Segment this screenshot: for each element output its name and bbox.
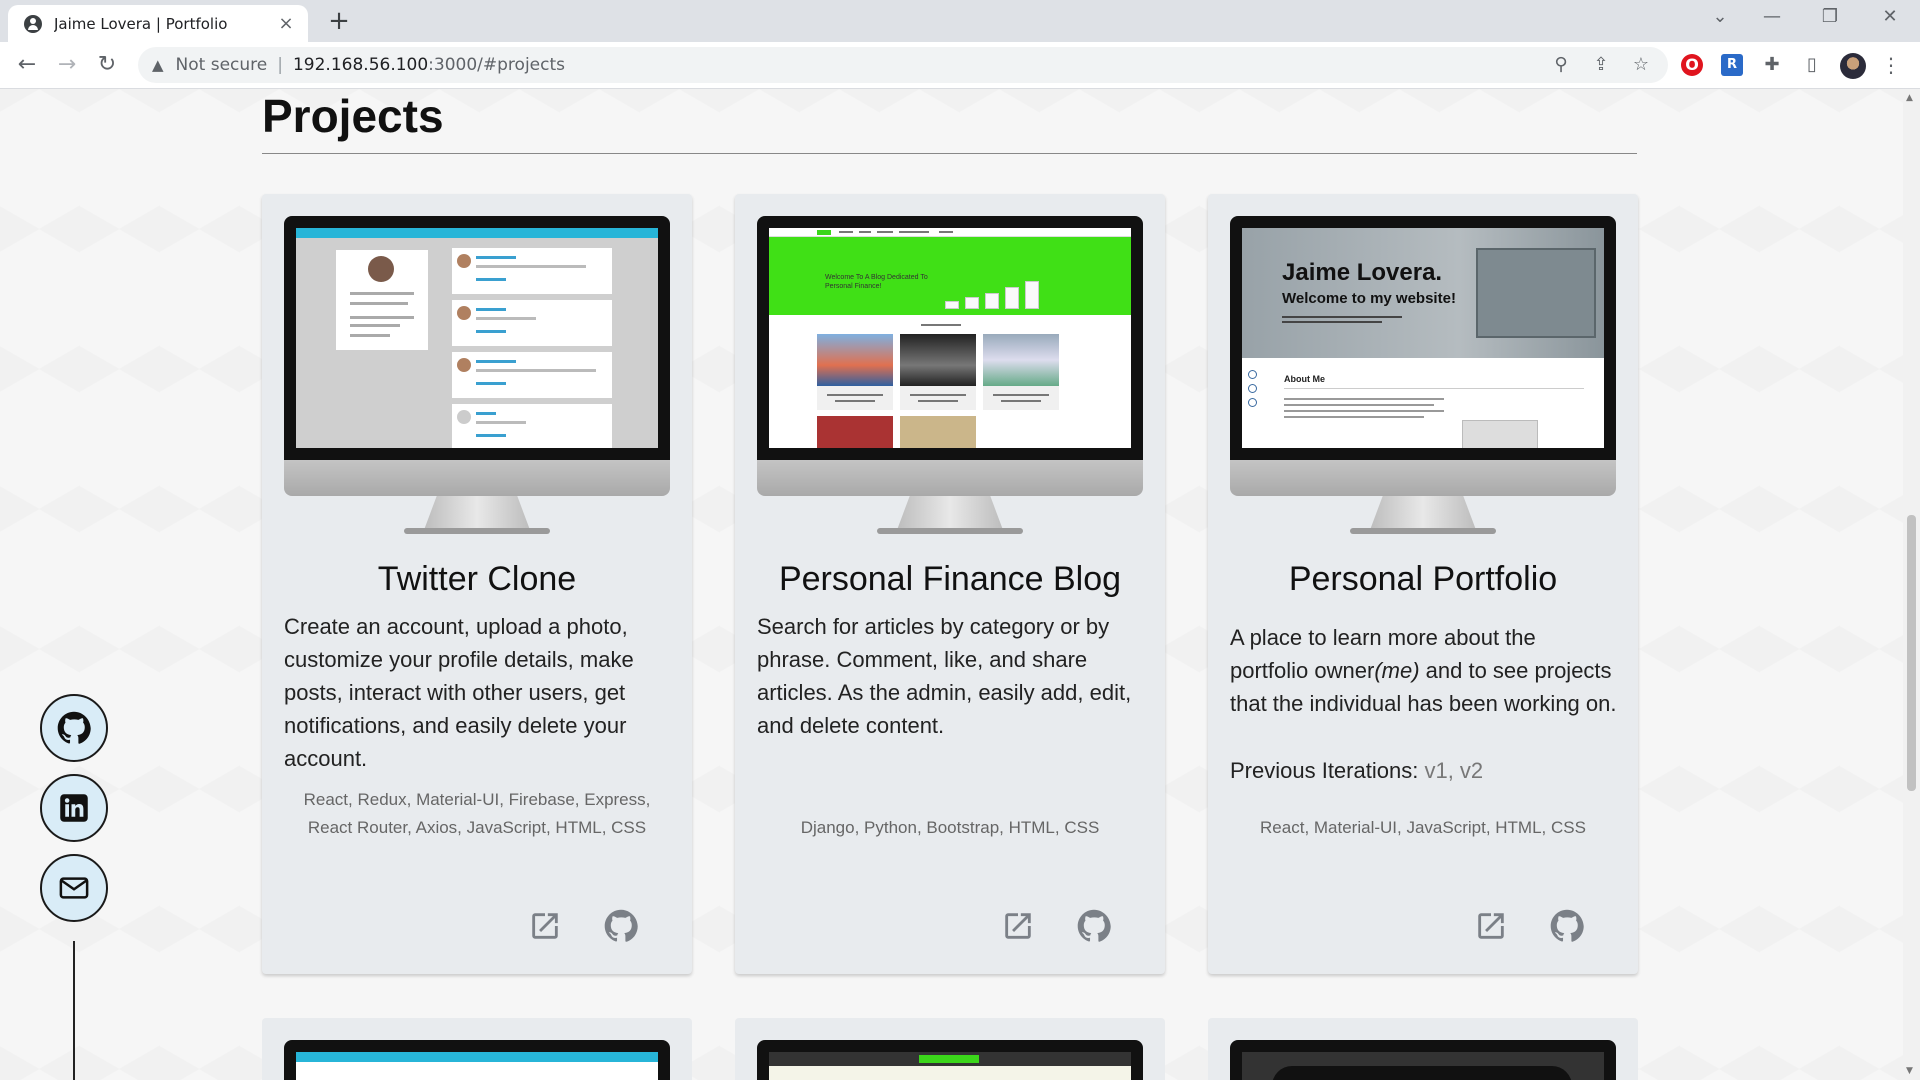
linkedin-link[interactable] — [40, 774, 108, 842]
tab-title: Jaime Lovera | Portfolio — [54, 14, 228, 33]
section-title: Projects — [262, 90, 444, 142]
restore-icon[interactable]: ❐ — [1810, 6, 1850, 27]
reload-icon[interactable]: ↻ — [92, 50, 122, 80]
extension-icon[interactable]: R — [1721, 54, 1743, 76]
github-repo-icon[interactable] — [1550, 909, 1586, 945]
external-link-icon[interactable] — [1001, 909, 1037, 945]
page-scrollbar[interactable]: ▲ ▼ — [1903, 89, 1920, 1080]
screen-subheading: Welcome to my website! — [1282, 290, 1456, 307]
browser-tab[interactable]: Jaime Lovera | Portfolio × — [8, 5, 308, 42]
not-secure-label[interactable]: Not secure — [176, 55, 268, 75]
project-preview-imac: Jaime Lovera. Welcome to my website! Abo… — [1230, 216, 1616, 536]
previous-iterations-label: Previous Iterations: — [1230, 758, 1425, 783]
tech-line: React, Redux, Material-UI, Firebase, Exp… — [303, 790, 651, 809]
forward-icon[interactable]: → — [52, 50, 82, 80]
project-card-partial — [1208, 1018, 1638, 1080]
opera-extension-icon[interactable]: O — [1681, 54, 1703, 76]
iteration-v2-link[interactable]: v2 — [1460, 758, 1483, 783]
description-emphasis: (me) — [1374, 658, 1420, 683]
side-panel-icon[interactable]: ▯ — [1801, 54, 1823, 76]
github-repo-icon[interactable] — [604, 909, 640, 945]
menu-kebab-icon[interactable]: ⋮ — [1880, 54, 1902, 76]
browser-tab-strip: Jaime Lovera | Portfolio × + ⌄ — ❐ ✕ — [0, 0, 1920, 42]
github-link[interactable] — [40, 694, 108, 762]
linkedin-icon — [60, 794, 88, 822]
project-card-personal-finance-blog: Welcome To A Blog Dedicated To Personal F… — [735, 194, 1165, 974]
iteration-v1-link[interactable]: v1 — [1424, 758, 1447, 783]
address-bar[interactable]: ▲ Not secure | 192.168.56.100:3000/#proj… — [138, 47, 1668, 83]
mail-icon — [59, 877, 89, 899]
project-title: Personal Portfolio — [1288, 560, 1558, 598]
extensions-puzzle-icon[interactable]: ✚ — [1761, 54, 1783, 76]
close-window-icon[interactable]: ✕ — [1870, 6, 1910, 27]
project-card-twitter-clone: Twitter Clone Create an account, upload … — [262, 194, 692, 974]
screen-hero-text: Welcome To A Blog Dedicated To — [825, 274, 928, 281]
tech-line: Django, Python, Bootstrap, HTML, CSS — [800, 818, 1100, 837]
external-link-icon[interactable] — [528, 909, 564, 945]
project-screenshot[interactable]: Welcome To A Blog Dedicated To Personal F… — [769, 228, 1131, 448]
tech-line: React, Material-UI, JavaScript, HTML, CS… — [1260, 818, 1586, 837]
browser-toolbar: ← → ↻ ▲ Not secure | 192.168.56.100:3000… — [0, 42, 1920, 89]
project-title: Personal Finance Blog — [778, 560, 1122, 598]
new-tab-button[interactable]: + — [324, 6, 354, 36]
project-screenshot[interactable] — [296, 228, 658, 448]
tab-search-icon[interactable]: ⌄ — [1700, 6, 1740, 27]
url-host: 192.168.56.100 — [292, 55, 429, 75]
warning-icon: ▲ — [152, 56, 164, 74]
github-repo-icon[interactable] — [1077, 909, 1113, 945]
tech-line: React Router, Axios, JavaScript, HTML, C… — [307, 818, 647, 837]
section-divider — [262, 153, 1637, 154]
bookmark-star-icon[interactable]: ☆ — [1626, 47, 1656, 83]
github-icon — [57, 711, 91, 744]
social-divider-line — [73, 941, 75, 1080]
project-tech-stack: Django, Python, Bootstrap, HTML, CSS — [753, 814, 1147, 842]
scroll-down-icon[interactable]: ▼ — [1906, 1066, 1913, 1076]
page-viewport: Projects Twitter Clone Create an account… — [0, 89, 1920, 1080]
url-path: :3000/#projects — [428, 55, 565, 75]
project-title: Twitter Clone — [377, 560, 577, 598]
site-favicon-icon — [24, 14, 42, 33]
profile-avatar[interactable] — [1840, 53, 1866, 79]
screen-heading: Jaime Lovera. — [1282, 259, 1443, 286]
zoom-icon[interactable]: ⚲ — [1546, 47, 1576, 83]
project-preview-imac — [284, 216, 670, 536]
scroll-up-icon[interactable]: ▲ — [1906, 93, 1913, 103]
omnibox-divider: | — [277, 55, 283, 75]
project-card-partial — [735, 1018, 1165, 1080]
project-preview-imac: Welcome To A Blog Dedicated To Personal F… — [757, 216, 1143, 536]
project-card-personal-portfolio: Jaime Lovera. Welcome to my website! Abo… — [1208, 194, 1638, 974]
screen-hero-text: Personal Finance! — [825, 283, 882, 290]
previous-iterations: Previous Iterations: v1, v2 — [1230, 758, 1484, 783]
tab-close-icon[interactable]: × — [276, 13, 296, 34]
project-description: Search for articles by category or by ph… — [757, 614, 1132, 738]
screen-about-heading: About Me — [1284, 374, 1325, 384]
project-description: Create an account, upload a photo, custo… — [284, 614, 634, 771]
external-link-icon[interactable] — [1474, 909, 1510, 945]
project-tech-stack: React, Material-UI, JavaScript, HTML, CS… — [1226, 814, 1620, 842]
project-tech-stack: React, Redux, Material-UI, Firebase, Exp… — [280, 786, 674, 842]
project-card-partial — [262, 1018, 692, 1080]
scrollbar-thumb[interactable] — [1907, 515, 1916, 791]
project-screenshot[interactable]: Jaime Lovera. Welcome to my website! Abo… — [1242, 228, 1604, 448]
project-description: A place to learn more about the portfoli… — [1230, 625, 1617, 716]
back-icon[interactable]: ← — [12, 50, 42, 80]
minimize-icon[interactable]: — — [1752, 6, 1792, 27]
email-link[interactable] — [40, 854, 108, 922]
share-icon[interactable]: ⇪ — [1586, 47, 1616, 83]
